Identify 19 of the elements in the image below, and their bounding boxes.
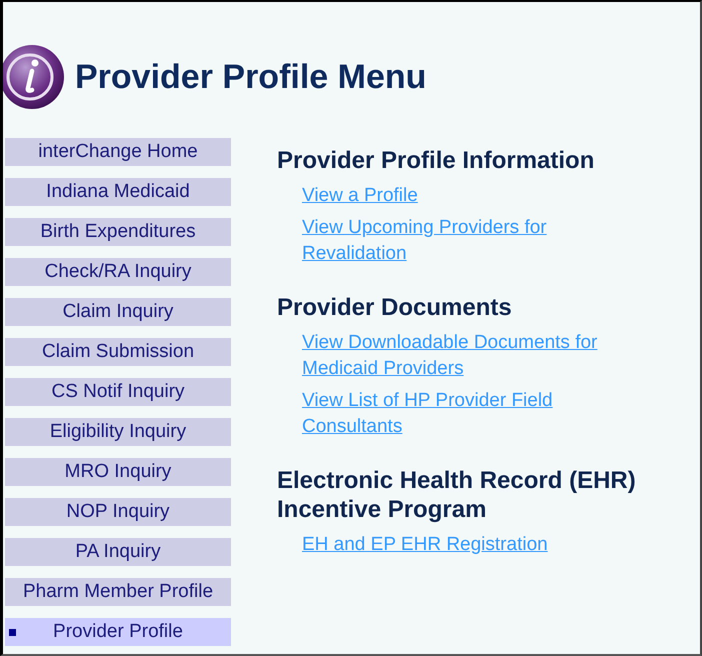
sidebar-item[interactable]: Check/RA Inquiry [5, 258, 231, 286]
sidebar-item[interactable]: CS Notif Inquiry [5, 378, 231, 406]
sidebar-item[interactable]: Birth Expenditures [5, 218, 231, 246]
sidebar-item[interactable]: MRO Inquiry [5, 458, 231, 486]
sidebar-item[interactable]: Eligibility Inquiry [5, 418, 231, 446]
sidebar-item[interactable]: Claim Inquiry [5, 298, 231, 326]
section-heading: Provider Profile Information [277, 146, 596, 175]
page-title: Provider Profile Menu [75, 58, 426, 96]
bullet-icon [9, 629, 16, 636]
sidebar-item[interactable]: Pharm Member Profile [5, 578, 231, 606]
section-heading: Electronic Health Record (EHR) Incentive Program [277, 466, 637, 524]
sidebar-item[interactable]: PA Inquiry [5, 538, 231, 566]
section-heading: Provider Documents [277, 293, 513, 322]
sidebar-item[interactable]: Claim Submission [5, 338, 231, 366]
sidebar-item[interactable]: Provider Profile [5, 618, 231, 646]
sidebar-item[interactable]: NOP Inquiry [5, 498, 231, 526]
sidebar-item[interactable]: interChange Home [5, 138, 231, 166]
sidebar-item[interactable]: Indiana Medicaid [5, 178, 231, 206]
info-logo-icon [3, 44, 65, 110]
